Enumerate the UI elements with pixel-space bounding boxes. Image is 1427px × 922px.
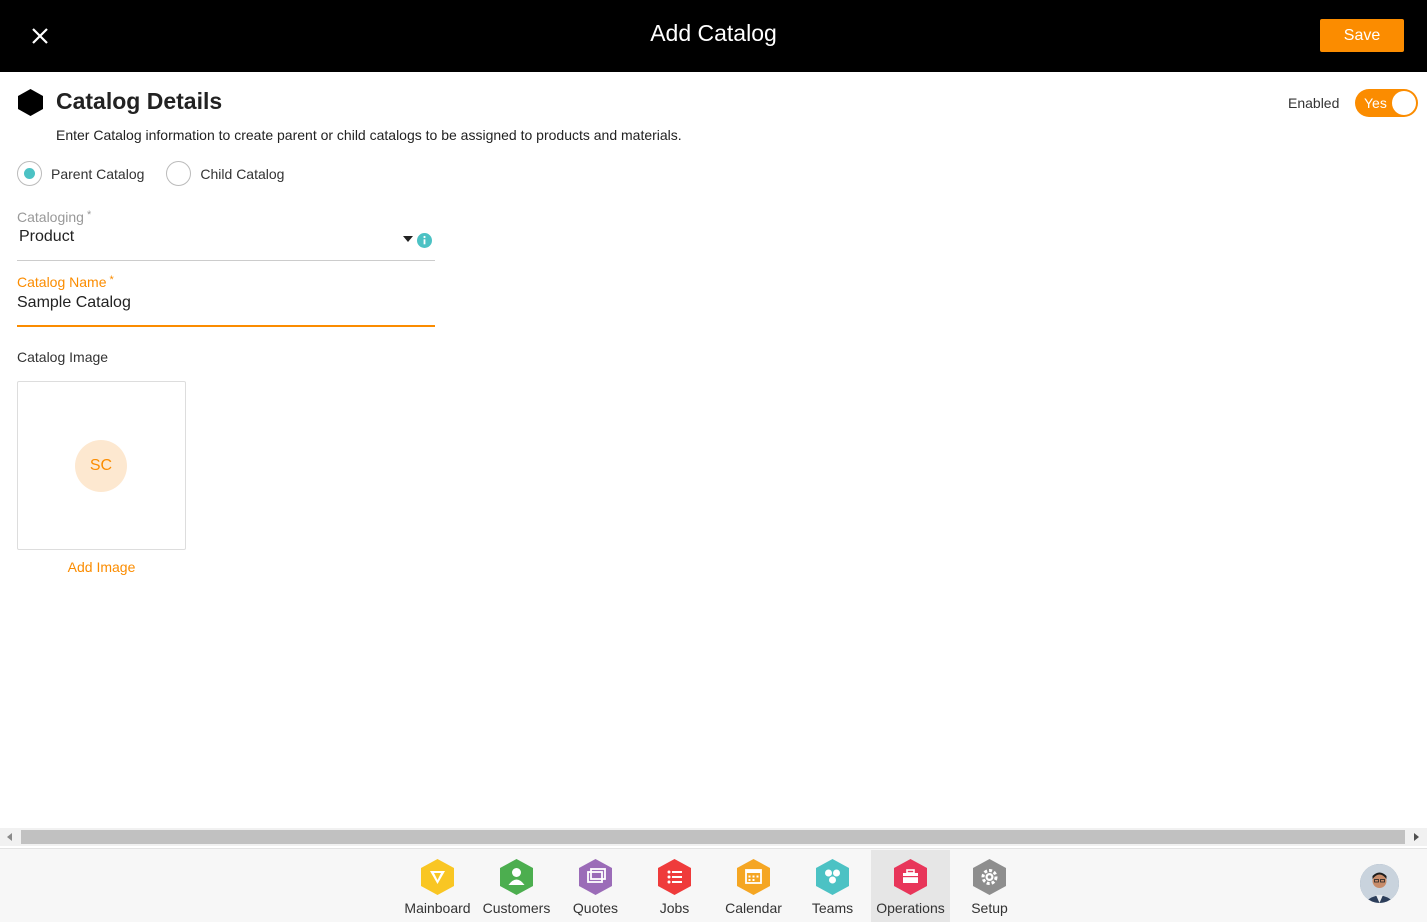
- customers-icon: [500, 859, 533, 895]
- catalog-image-box[interactable]: SC: [17, 381, 186, 550]
- cataloging-value: Product: [19, 228, 75, 245]
- nav-item-customers[interactable]: Customers: [477, 850, 556, 922]
- cataloging-label-text: Cataloging: [17, 209, 84, 225]
- toggle-value: Yes: [1364, 95, 1387, 111]
- catalog-name-label: Catalog Name *: [17, 274, 435, 290]
- cataloging-select[interactable]: Cataloging * Product: [17, 209, 435, 261]
- catalog-name-label-text: Catalog Name: [17, 274, 107, 290]
- required-marker: *: [86, 209, 92, 221]
- setup-icon: [973, 859, 1006, 895]
- radio-button-checked[interactable]: [17, 161, 42, 186]
- add-image-link[interactable]: Add Image: [17, 559, 186, 575]
- radio-label: Child Catalog: [200, 165, 285, 182]
- enabled-toggle[interactable]: Yes: [1355, 89, 1418, 117]
- user-avatar[interactable]: [1360, 864, 1399, 903]
- scroll-left-arrow-icon[interactable]: [7, 833, 12, 841]
- nav-item-calendar[interactable]: Calendar: [714, 850, 793, 922]
- calendar-icon: [737, 859, 770, 895]
- page-title: Add Catalog: [650, 20, 777, 46]
- catalog-type-radio-group: Parent Catalog Child Catalog: [17, 161, 306, 186]
- catalog-name-input[interactable]: Sample Catalog: [17, 294, 435, 312]
- toggle-knob: [1392, 91, 1416, 115]
- save-button[interactable]: Save: [1320, 19, 1404, 52]
- nav-item-setup[interactable]: Setup: [950, 850, 1029, 922]
- quotes-icon: [579, 859, 612, 895]
- catalog-image-label: Catalog Image: [17, 349, 109, 365]
- section-title: Catalog Details: [56, 88, 223, 114]
- hexagon-icon: [17, 88, 44, 117]
- nav-item-jobs[interactable]: Jobs: [635, 850, 714, 922]
- section-description: Enter Catalog information to create pare…: [56, 127, 682, 143]
- nav-item-operations[interactable]: Operations: [871, 850, 950, 922]
- teams-icon: [816, 859, 849, 895]
- chevron-down-icon[interactable]: [403, 236, 413, 242]
- mainboard-icon: [421, 859, 454, 895]
- required-marker: *: [109, 274, 114, 286]
- parent-catalog-radio[interactable]: Parent Catalog: [17, 161, 144, 186]
- child-catalog-radio[interactable]: Child Catalog: [166, 161, 284, 186]
- top-bar: Add Catalog Save: [0, 0, 1427, 72]
- enabled-label: Enabled: [1288, 95, 1340, 111]
- horizontal-scrollbar[interactable]: [0, 828, 1427, 846]
- cataloging-label: Cataloging *: [17, 209, 435, 225]
- nav-label: Setup: [971, 900, 1008, 916]
- jobs-icon: [658, 859, 691, 895]
- radio-button[interactable]: [166, 161, 192, 186]
- operations-icon: [894, 859, 927, 895]
- catalog-initials-avatar: SC: [75, 440, 127, 492]
- catalog-name-field[interactable]: Catalog Name * Sample Catalog: [17, 274, 435, 327]
- nav-item-mainboard[interactable]: Mainboard: [398, 850, 477, 922]
- radio-label: Parent Catalog: [51, 165, 145, 182]
- scrollbar-thumb[interactable]: [21, 830, 1405, 844]
- info-icon[interactable]: [417, 233, 432, 248]
- nav-item-quotes[interactable]: Quotes: [556, 850, 635, 922]
- bottom-navigation: Mainboard Customers Quotes Jobs Calendar…: [0, 848, 1427, 922]
- scroll-right-arrow-icon[interactable]: [1414, 833, 1419, 841]
